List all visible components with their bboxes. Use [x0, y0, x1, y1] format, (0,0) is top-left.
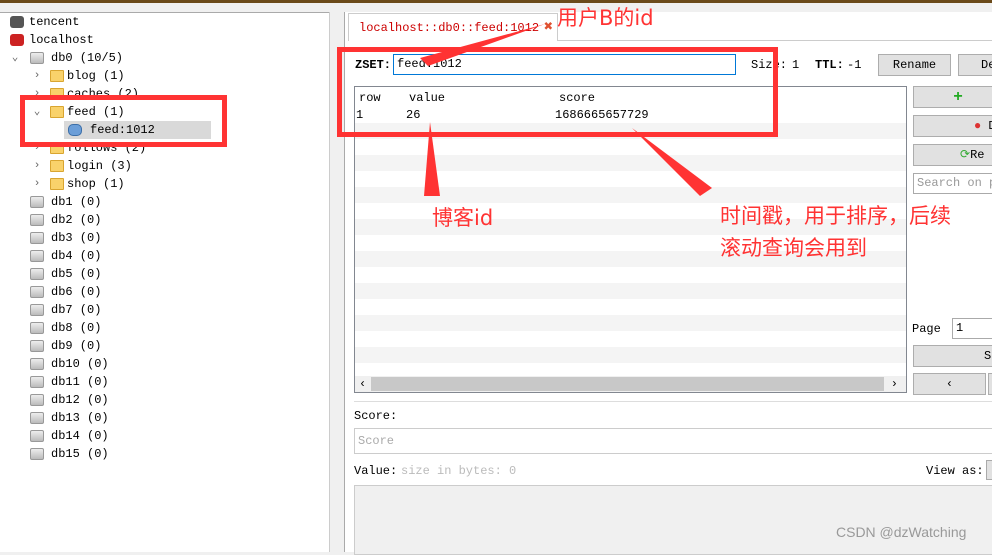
arrow-ts [632, 128, 712, 196]
annotation-timestamp-1: 时间戳，用于排序，后续 [720, 204, 951, 228]
annotation-blog-id: 博客id [432, 206, 494, 230]
annotation-arrows [420, 24, 712, 196]
arrow-blog [424, 122, 440, 196]
arrow-user [420, 24, 545, 66]
annotation-timestamp-2: 滚动查询会用到 [720, 236, 867, 260]
watermark: CSDN @dzWatching [836, 524, 967, 540]
annotation-user-id: 用户B的id [557, 6, 654, 30]
